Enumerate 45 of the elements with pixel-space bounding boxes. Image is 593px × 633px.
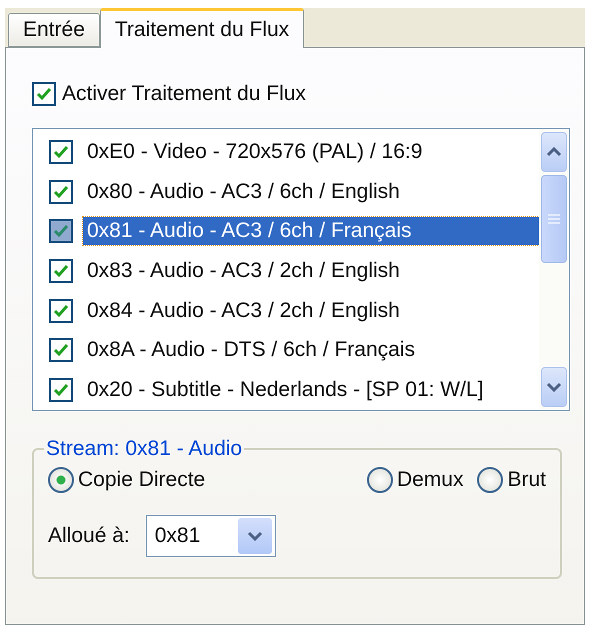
radio-label: Copie Directe [78,468,206,492]
dropdown-button[interactable] [238,518,272,554]
checkmark-icon [53,343,69,358]
checkbox[interactable] [49,298,73,323]
checkbox-label: Activer Traitement du Flux [62,82,306,106]
chevron-down-icon [246,531,263,541]
checkbox[interactable] [49,219,73,244]
checkbox[interactable] [49,378,73,402]
checkbox[interactable] [49,140,73,164]
radio-button[interactable] [366,467,393,493]
scroll-thumb[interactable] [541,175,567,263]
checkbox[interactable] [49,338,73,362]
list-item[interactable]: 0x83 - Audio - AC3 / 2ch / English [83,257,404,286]
checkmark-icon [53,383,69,398]
list-item[interactable]: 0x84 - Audio - AC3 / 2ch / English [83,296,404,325]
radio-label: Demux [396,468,464,492]
scroll-up-button[interactable] [541,132,567,172]
checkmark-icon [53,224,69,238]
grip-icon [548,214,560,224]
list-item[interactable]: 0x81 - Audio - AC3 / 6ch / Français [83,217,539,246]
checkmark-icon [53,304,69,318]
tab[interactable]: Traitement du Flux [100,8,304,48]
radio-label: Brut [507,468,546,492]
scrollbar[interactable] [539,129,569,410]
checkmark-icon [36,87,52,101]
list-item[interactable]: 0xE0 - Video - 720x576 (PAL) / 16:9 [83,138,426,166]
radio-dot-icon [56,475,66,485]
list-item[interactable]: 0x8A - Audio - DTS / 6ch / Français [83,336,419,364]
field-label: Alloué à: [48,524,130,548]
dropdown[interactable]: 0x81 [146,515,276,557]
chevron-down-icon [546,382,562,392]
tab[interactable]: Entrée [8,13,100,47]
list-item[interactable]: 0x20 - Subtitle - Nederlands - [SP 01: W/L] [83,376,488,404]
group-title: Stream: 0x81 - Audio [45,437,244,461]
checkbox[interactable] [49,259,73,284]
checkbox[interactable] [32,82,56,106]
checkmark-icon [53,184,69,199]
checkbox[interactable] [49,180,73,204]
checkmark-icon [53,264,69,278]
radio-button[interactable] [48,467,74,493]
checkmark-icon [53,144,69,159]
scroll-down-button[interactable] [541,367,567,407]
chevron-up-icon [546,147,562,157]
radio-button[interactable] [477,467,504,493]
list-item[interactable]: 0x80 - Audio - AC3 / 6ch / English [83,178,404,206]
